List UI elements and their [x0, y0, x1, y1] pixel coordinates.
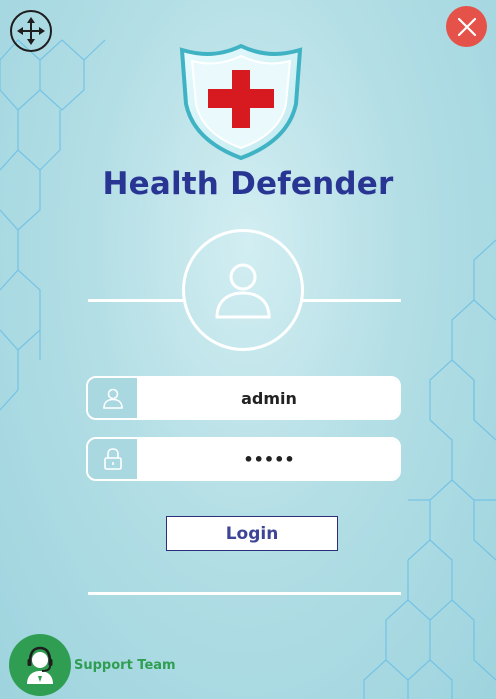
user-icon	[215, 263, 271, 319]
move-arrows-icon	[17, 17, 45, 45]
lock-icon	[103, 448, 122, 470]
user-outline-icon	[102, 388, 123, 409]
divider-bottom	[88, 592, 401, 595]
support-team-button[interactable]: Support Team	[9, 634, 176, 696]
support-avatar	[9, 634, 71, 696]
username-icon-box	[88, 378, 139, 418]
app-title: Health Defender	[102, 166, 394, 202]
username-input[interactable]	[139, 378, 399, 418]
close-x-icon	[457, 17, 476, 36]
shield-cross-logo	[179, 44, 303, 160]
support-team-label: Support Team	[74, 657, 176, 673]
divider-right	[302, 299, 401, 302]
headset-agent-icon	[27, 646, 53, 684]
username-field	[86, 376, 401, 420]
password-field	[86, 437, 401, 481]
divider-left	[88, 299, 184, 302]
login-button[interactable]: Login	[166, 516, 338, 551]
password-input[interactable]	[139, 439, 399, 479]
move-window-button[interactable]	[10, 10, 52, 52]
password-icon-box	[88, 439, 139, 479]
user-avatar-circle	[182, 229, 304, 351]
close-button[interactable]	[446, 6, 487, 47]
